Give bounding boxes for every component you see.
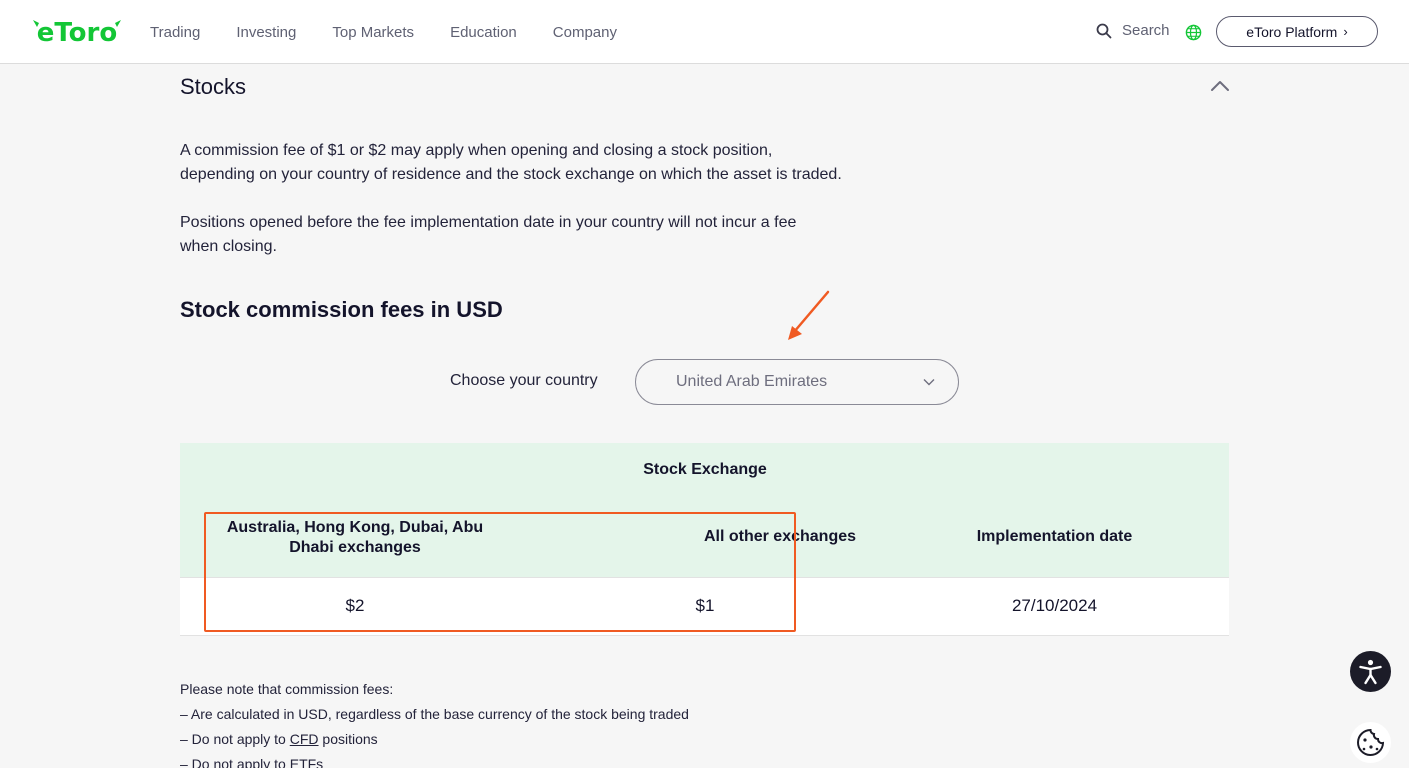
chevron-right-icon: › [1343,24,1348,39]
chevron-down-icon [923,379,935,386]
positions-paragraph-line2: when closing. [180,238,277,255]
header-implementation-date: Implementation date [976,528,1133,545]
search-icon [1096,23,1112,38]
country-dropdown[interactable]: United Arab Emirates [635,359,959,405]
etoro-logo[interactable]: eToro [30,14,124,46]
notes-item-usd: – Are calculated in USD, regardless of t… [180,706,689,722]
notes-item-cfd-prefix: – Do not apply to [180,731,290,747]
cookie-settings-button[interactable] [1350,722,1391,763]
nav-investing[interactable]: Investing [236,24,296,41]
notes-item-cfd-suffix: positions [318,731,378,747]
nav-top-markets[interactable]: Top Markets [332,24,414,41]
country-selected-value: United Arab Emirates [676,373,828,390]
notes-intro: Please note that commission fees: [180,681,394,697]
positions-paragraph: Positions opened before the fee implemen… [180,211,940,259]
cfd-link[interactable]: CFD [290,731,319,747]
annotation-highlight-box [204,512,796,632]
main-nav: Trading Investing Top Markets Education … [150,0,653,64]
positions-paragraph-line1: Positions opened before the fee implemen… [180,214,797,231]
search-label: Search [1122,22,1170,39]
notes-item-etfs: – Do not apply to ETFs [180,756,324,768]
svg-text:eToro: eToro [37,18,117,46]
annotation-arrow-icon [788,290,830,340]
accessibility-button[interactable] [1350,651,1391,692]
stock-fees-heading: Stock commission fees in USD [180,297,503,322]
platform-button-label: eToro Platform [1246,23,1338,40]
accessibility-icon [1359,659,1382,685]
nav-trading[interactable]: Trading [150,24,200,41]
globe-icon[interactable] [1185,24,1202,41]
header-stock-exchange: Stock Exchange [643,461,767,478]
section-title-stocks[interactable]: Stocks [180,74,246,100]
chevron-up-icon[interactable] [1208,78,1232,94]
commission-paragraph-line1: A commission fee of $1 or $2 may apply w… [180,142,773,159]
cell-implementation-date: 27/10/2024 [1011,596,1098,615]
site-header: eToro Trading Investing Top Markets Educ… [0,0,1409,64]
commission-paragraph-line2: depending on your country of residence a… [180,166,842,183]
country-label: Choose your country [450,372,598,389]
etoro-platform-button[interactable]: eToro Platform › [1216,16,1378,47]
commission-paragraph: A commission fee of $1 or $2 may apply w… [180,139,940,187]
search-button[interactable]: Search [1096,22,1170,39]
fee-notes: Please note that commission fees: – Are … [180,677,689,768]
cookie-icon [1357,728,1385,756]
nav-company[interactable]: Company [553,24,617,41]
notes-item-cfd: – Do not apply to CFD positions [180,727,689,752]
nav-education[interactable]: Education [450,24,517,41]
